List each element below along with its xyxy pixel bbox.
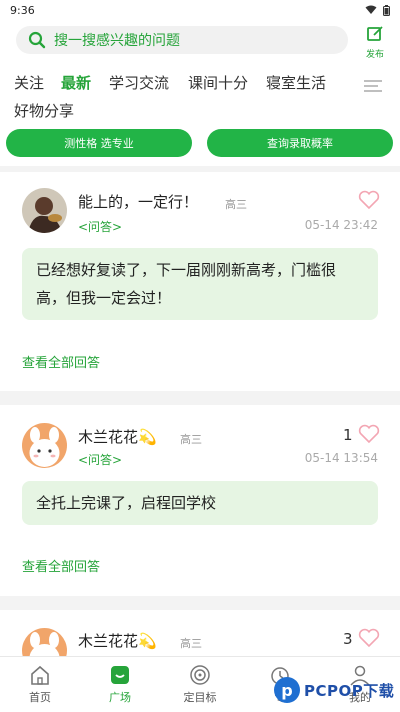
nav-square[interactable]: 广场 <box>90 663 150 705</box>
home-icon <box>31 665 49 685</box>
view-all-answers-link[interactable]: 查看全部回答 <box>22 556 100 575</box>
tab-follow[interactable]: 关注 <box>14 72 44 93</box>
personality-test-button[interactable]: 测性格 选专业 <box>6 129 192 157</box>
top-bar: 搜一搜感兴趣的问题 发布 <box>0 20 400 66</box>
nav-home[interactable]: 首页 <box>10 663 70 705</box>
avatar[interactable] <box>22 188 67 233</box>
like-count: 1 <box>343 426 353 444</box>
tab-goods[interactable]: 好物分享 <box>14 100 74 121</box>
search-bar[interactable]: 搜一搜感兴趣的问题 <box>16 26 348 54</box>
heart-icon[interactable] <box>358 190 380 210</box>
pcpop-logo-icon: p <box>274 677 300 703</box>
avatar[interactable] <box>22 423 67 468</box>
post-time: 05-14 13:54 <box>304 451 378 465</box>
post-card[interactable]: 木兰花花💫 高三 <问答> 1 05-14 13:54 全托上完课了，启程回学校… <box>0 405 400 596</box>
search-icon <box>28 31 46 49</box>
square-icon <box>111 666 129 684</box>
tab-dorm[interactable]: 寝室生活 <box>266 72 326 93</box>
post-author-grade: 高三 <box>225 198 247 211</box>
search-placeholder: 搜一搜感兴趣的问题 <box>54 33 180 49</box>
like-count: 3 <box>343 630 353 648</box>
post-author-name[interactable]: 能上的，一定行！ <box>78 191 198 212</box>
post-content[interactable]: 全托上完课了，启程回学校 <box>22 481 378 525</box>
action-buttons: 测性格 选专业 查询录取概率 <box>0 126 400 166</box>
post-card[interactable]: 木兰花花💫 高三 3 <box>0 610 400 656</box>
view-all-answers-link[interactable]: 查看全部回答 <box>22 352 100 371</box>
category-tabs: 关注 最新 学习交流 课间十分 寝室生活 好物分享 <box>0 66 400 126</box>
tab-break[interactable]: 课间十分 <box>188 72 248 93</box>
post-tag[interactable]: <问答> <box>78 451 122 468</box>
heart-icon[interactable] <box>358 628 380 648</box>
watermark: p PCPOP下载 <box>270 672 400 708</box>
tab-latest[interactable]: 最新 <box>61 72 91 93</box>
avatar[interactable] <box>22 628 67 656</box>
nav-label: 广场 <box>109 691 131 704</box>
post-content[interactable]: 已经想好复读了，下一届刚刚新高考，门槛很高，但我一定会过！ <box>22 248 378 320</box>
nav-label: 首页 <box>29 691 51 704</box>
post-author-grade: 高三 <box>180 637 202 650</box>
publish-label: 发布 <box>365 50 384 60</box>
status-icons <box>365 4 390 16</box>
heart-icon[interactable] <box>358 424 380 444</box>
post-author-name[interactable]: 木兰花花💫 <box>78 630 157 651</box>
nav-target[interactable]: 定目标 <box>170 663 230 705</box>
post-time: 05-14 23:42 <box>304 218 378 232</box>
post-tag[interactable]: <问答> <box>78 218 122 235</box>
tab-study[interactable]: 学习交流 <box>109 72 169 93</box>
status-bar: 9:36 <box>0 0 400 20</box>
target-icon <box>190 665 210 685</box>
wifi-icon <box>365 5 377 14</box>
admission-probability-button[interactable]: 查询录取概率 <box>207 129 393 157</box>
tab-menu-icon[interactable] <box>362 78 384 94</box>
nav-label: 定目标 <box>183 691 217 704</box>
post-card[interactable]: 能上的，一定行！ 高三 <问答> 05-14 23:42 已经想好复读了，下一届… <box>0 172 400 391</box>
svg-text:p: p <box>281 681 292 700</box>
post-author-name[interactable]: 木兰花花💫 <box>78 426 157 447</box>
edit-icon <box>367 26 383 41</box>
post-author-grade: 高三 <box>180 433 202 446</box>
battery-icon <box>383 4 390 16</box>
status-time: 9:36 <box>10 3 35 17</box>
watermark-text: PCPOP下载 <box>304 682 395 700</box>
publish-button[interactable]: 发布 <box>362 25 388 60</box>
